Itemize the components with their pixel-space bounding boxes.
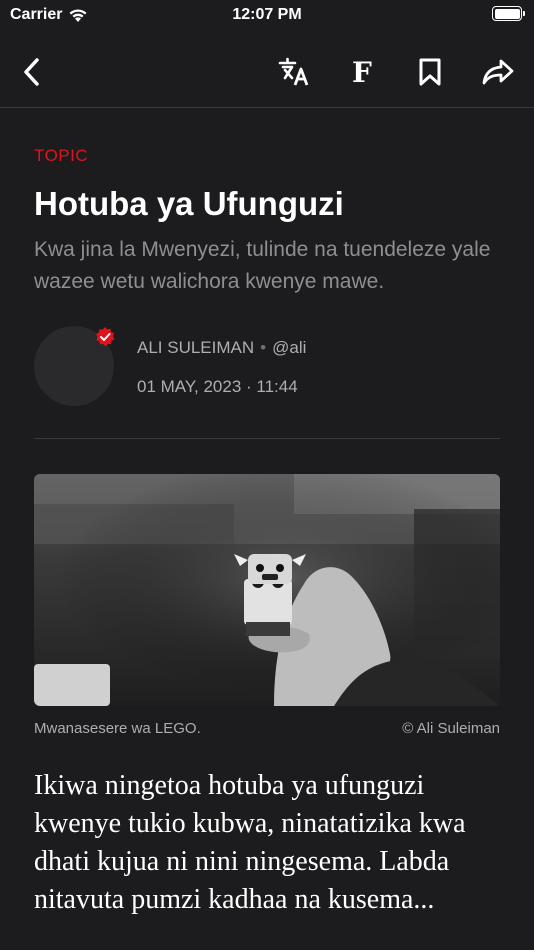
image-caption: Mwanasesere wa LEGO. bbox=[34, 720, 201, 737]
topic-label[interactable]: TOPIC bbox=[34, 146, 500, 166]
bookmark-button[interactable] bbox=[410, 52, 450, 92]
bookmark-icon bbox=[419, 58, 441, 86]
translate-button[interactable] bbox=[274, 52, 314, 92]
share-icon bbox=[482, 59, 514, 85]
translate-icon bbox=[278, 57, 309, 86]
font-button[interactable]: F bbox=[342, 52, 382, 92]
publish-date: 01 MAY, 2023 · 11:44 bbox=[137, 377, 298, 396]
author-row[interactable]: ALI SULEIMAN • @ali 01 MAY, 2023 · 11:44 bbox=[34, 326, 500, 422]
font-icon: F bbox=[352, 55, 372, 89]
author-handle[interactable]: @ali bbox=[272, 338, 306, 357]
image-credit: © Ali Suleiman bbox=[402, 720, 500, 737]
status-bar: Carrier 12:07 PM bbox=[0, 0, 534, 32]
article-title: Hotuba ya Ufunguzi bbox=[34, 185, 344, 222]
author-line: ALI SULEIMAN • @ali bbox=[137, 338, 306, 358]
article-body: Ikiwa ningetoa hotuba ya ufunguzi kwenye… bbox=[34, 770, 466, 915]
author-name[interactable]: ALI SULEIMAN bbox=[137, 338, 254, 357]
navigation-bar: F bbox=[0, 38, 534, 108]
divider bbox=[34, 438, 500, 439]
article: TOPIC Hotuba ya Ufunguzi Kwa jina la Mwe… bbox=[34, 146, 500, 919]
lego-photo bbox=[34, 474, 500, 706]
article-subtitle: Kwa jina la Mwenyezi, tulinde na tuendel… bbox=[34, 238, 491, 293]
status-time: 12:07 PM bbox=[232, 6, 302, 23]
hero-image[interactable] bbox=[34, 474, 500, 706]
back-button[interactable] bbox=[12, 52, 52, 92]
battery-icon bbox=[492, 6, 525, 21]
author-separator: • bbox=[260, 338, 267, 357]
image-caption-row: Mwanasesere wa LEGO. © Ali Suleiman bbox=[34, 720, 500, 737]
share-button[interactable] bbox=[478, 52, 518, 92]
chevron-left-icon bbox=[24, 58, 39, 86]
verified-badge-icon bbox=[96, 327, 115, 347]
